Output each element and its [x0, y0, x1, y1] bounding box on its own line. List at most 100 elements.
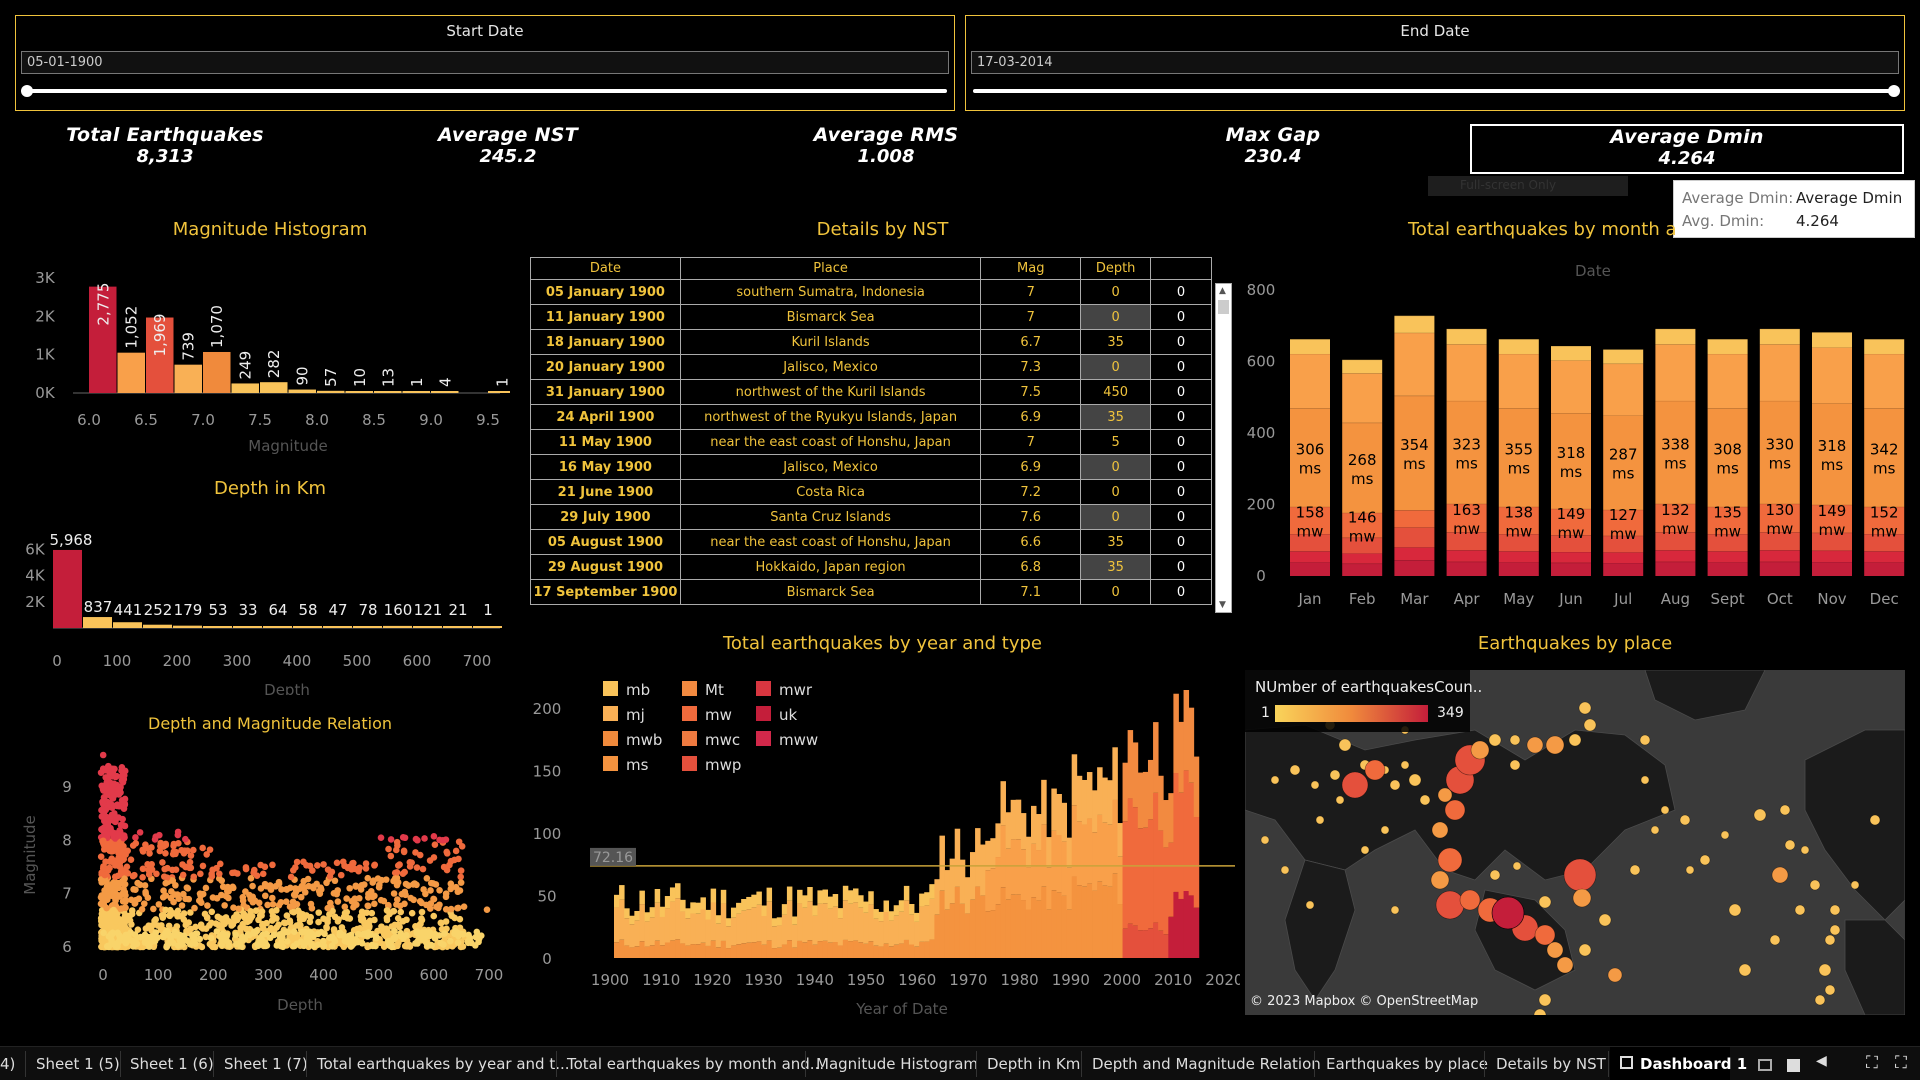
- histogram-bar: [113, 622, 142, 628]
- scatter-point: [360, 881, 368, 888]
- col-place[interactable]: Place: [679, 257, 982, 280]
- col-extra[interactable]: [1150, 257, 1212, 280]
- scatter-point: [372, 942, 379, 950]
- cell-depth: 35: [1080, 404, 1152, 430]
- year-bar-segment: [980, 895, 986, 958]
- start-date-input[interactable]: 05-01-1900: [21, 51, 949, 74]
- tab-dashboard-1[interactable]: Dashboard 1: [1610, 1047, 1747, 1080]
- scatter-point: [286, 903, 294, 911]
- quake-marker: [1305, 900, 1315, 910]
- tab-sheet-1-7[interactable]: Sheet 1 (7): [224, 1055, 308, 1073]
- table-row[interactable]: 31 January 1900 northwest of the Kuril Is…: [530, 379, 1212, 405]
- tab-partial[interactable]: 4): [0, 1055, 15, 1073]
- bar-data-label: mw: [1714, 522, 1741, 540]
- histogram-bar: [293, 626, 322, 628]
- start-date-slider-handle[interactable]: [21, 85, 33, 97]
- x-tick-label: Feb: [1349, 590, 1376, 608]
- year-bar-segment: [1147, 928, 1154, 958]
- table-row[interactable]: 11 January 1900 Bismarck Sea 7 0 0: [530, 304, 1212, 330]
- quake-marker: [1430, 870, 1450, 890]
- year-bar-segment: [639, 941, 645, 958]
- tab-map[interactable]: Earthquakes by place: [1326, 1055, 1488, 1073]
- table-row[interactable]: 20 January 1900 Jalisco, Mexico 7.3 0 0: [530, 354, 1212, 380]
- fullscreen-icon[interactable]: ⛶: [1866, 1053, 1878, 1073]
- single-view-icon[interactable]: [1787, 1059, 1800, 1072]
- tab-details[interactable]: Details by NST: [1496, 1055, 1606, 1073]
- col-depth[interactable]: Depth: [1080, 257, 1152, 280]
- histogram-bar: [203, 626, 232, 628]
- quake-marker: [1545, 735, 1565, 755]
- scroll-down-icon[interactable]: ▼: [1219, 600, 1226, 610]
- end-date-input[interactable]: 17-03-2014: [971, 51, 1899, 74]
- table-row[interactable]: 11 May 1900 near the east coast of Honshu…: [530, 429, 1212, 455]
- quake-marker: [1534, 924, 1556, 946]
- tab-sheet-1-5[interactable]: Sheet 1 (5): [36, 1055, 120, 1073]
- table-row[interactable]: 18 January 1900 Kuril Islands 6.7 35 0: [530, 329, 1212, 355]
- cell-mag: 7: [980, 304, 1082, 330]
- tab-yearly[interactable]: Total earthquakes by year and t...: [317, 1055, 570, 1073]
- year-bar-segment: [888, 946, 895, 958]
- scatter-point: [430, 895, 437, 903]
- year-bar-segment: [1061, 895, 1068, 958]
- cell-date: 20 January 1900: [530, 354, 681, 380]
- table-scrollbar[interactable]: ▲ ▼: [1215, 283, 1232, 613]
- year-bar-segment: [1097, 767, 1103, 815]
- legend-label: mj: [626, 706, 645, 724]
- quake-marker: [1470, 740, 1490, 760]
- scatter-point: [326, 911, 333, 918]
- scroll-up-icon[interactable]: ▲: [1219, 286, 1226, 296]
- tab-monthly[interactable]: Total earthquakes by month and...: [567, 1055, 824, 1073]
- tab-relation[interactable]: Depth and Magnitude Relation: [1092, 1055, 1321, 1073]
- year-bar-segment: [1188, 707, 1195, 783]
- year-bar-segment: [644, 912, 650, 922]
- end-date-slider-handle[interactable]: [1888, 85, 1900, 97]
- grid-view-icon[interactable]: [1758, 1059, 1772, 1071]
- year-bar-segment: [700, 942, 706, 958]
- year-bar-segment: [1020, 849, 1027, 901]
- scatter-point: [352, 882, 360, 890]
- year-bar-segment: [1117, 823, 1123, 857]
- scatter-point: [358, 939, 366, 947]
- tab-magnitude-histogram[interactable]: Magnitude Histogram: [816, 1055, 978, 1073]
- previous-sheet-icon[interactable]: ◀: [1816, 1053, 1827, 1069]
- y-tick-label: 800: [1247, 281, 1276, 299]
- table-row[interactable]: 29 July 1900 Santa Cruz Islands 7.6 0 0: [530, 504, 1212, 530]
- table-row[interactable]: 21 June 1900 Costa Rica 7.2 0 0: [530, 479, 1212, 505]
- table-row[interactable]: 05 August 1900 near the east coast of Hon…: [530, 529, 1212, 555]
- y-tick-label: 6: [62, 938, 72, 956]
- details-table-container: Date Place Mag Depth 05 January 1900 sout…: [530, 257, 1235, 613]
- table-row[interactable]: 16 May 1900 Jalisco, Mexico 6.9 0 0: [530, 454, 1212, 480]
- tab-depth[interactable]: Depth in Km: [987, 1055, 1080, 1073]
- start-date-slider[interactable]: [23, 89, 947, 93]
- fullscreen-exit-icon[interactable]: ⛶: [1895, 1053, 1907, 1073]
- quake-marker: [1546, 941, 1564, 959]
- scatter-point: [364, 921, 372, 928]
- year-bar-segment: [1000, 781, 1006, 826]
- year-bar-segment: [842, 900, 849, 940]
- scatter-point: [208, 873, 216, 880]
- kpi-average-dmin[interactable]: Average Dmin 4.264: [1470, 124, 1904, 174]
- year-bar-segment: [995, 904, 1001, 958]
- x-tick-label: 200: [199, 966, 228, 984]
- earthquake-map[interactable]: NUmber of earthquakesCoun.. 1 349 © 2023…: [1245, 670, 1905, 1015]
- table-row[interactable]: 29 August 1900 Hokkaido, Japan region 6.8 3…: [530, 554, 1212, 580]
- scroll-thumb[interactable]: [1218, 300, 1229, 314]
- year-bar-segment: [1051, 788, 1057, 831]
- bar-data-label: 318: [1557, 444, 1586, 462]
- details-table: Date Place Mag Depth 05 January 1900 sout…: [530, 257, 1212, 605]
- col-date[interactable]: Date: [530, 257, 681, 280]
- table-row[interactable]: 17 September 1900 Bismarck Sea 7.1 0 0: [530, 579, 1212, 605]
- year-bar-segment: [664, 908, 671, 943]
- tab-sheet-1-6[interactable]: Sheet 1 (6): [130, 1055, 214, 1073]
- table-row[interactable]: 24 April 1900 northwest of the Ryukyu Isl…: [530, 404, 1212, 430]
- end-date-slider[interactable]: [973, 89, 1897, 93]
- kpi-label: Average RMS: [813, 124, 959, 146]
- table-row[interactable]: 05 January 1900 southern Sumatra, Indones…: [530, 279, 1212, 305]
- x-tick-label: 7.0: [191, 411, 215, 429]
- scatter-point: [187, 852, 195, 859]
- map-attribution[interactable]: © 2023 Mapbox © OpenStreetMap: [1250, 994, 1478, 1009]
- col-mag[interactable]: Mag: [980, 257, 1082, 280]
- scatter-point: [326, 873, 334, 880]
- year-bar-segment: [1127, 923, 1134, 958]
- bar-data-label: 127: [1609, 506, 1638, 524]
